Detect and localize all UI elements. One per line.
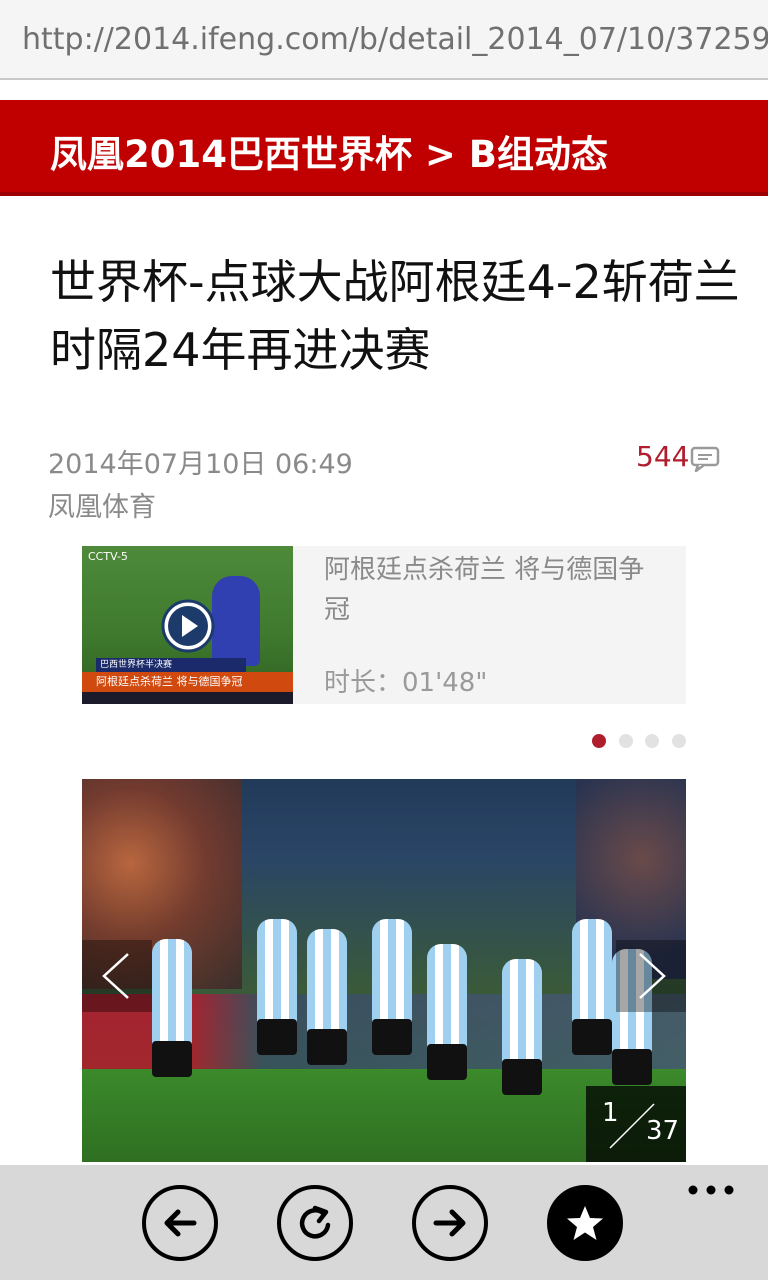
comment-count[interactable]: 544 bbox=[636, 440, 689, 473]
star-icon bbox=[567, 1206, 603, 1240]
article-datetime: 2014年07月10日 06:49 bbox=[48, 449, 353, 480]
gallery-total: 37 bbox=[646, 1116, 680, 1146]
back-button[interactable] bbox=[142, 1185, 218, 1261]
video-card[interactable]: CCTV-5 巴西世界杯半决赛 阿根廷点杀荷兰 将与德国争冠 阿根廷点杀荷兰 将… bbox=[82, 546, 686, 704]
photo-player-shorts bbox=[427, 1044, 467, 1080]
photo-player-shorts bbox=[372, 1019, 412, 1055]
article-source: 凤凰体育 bbox=[48, 492, 156, 523]
video-thumbnail[interactable]: CCTV-5 巴西世界杯半决赛 阿根廷点杀荷兰 将与德国争冠 bbox=[82, 546, 293, 704]
photo-player-shorts bbox=[307, 1029, 347, 1065]
refresh-button[interactable] bbox=[277, 1185, 353, 1261]
thumb-figure bbox=[212, 576, 260, 666]
forward-button[interactable] bbox=[412, 1185, 488, 1261]
video-title[interactable]: 阿根廷点杀荷兰 将与德国争冠 bbox=[324, 550, 664, 630]
photo-player-shorts bbox=[502, 1059, 542, 1095]
comment-icon[interactable] bbox=[690, 446, 720, 472]
article-title: 世界杯-点球大战阿根廷4-2斩荷兰 时隔24年再进决赛 bbox=[50, 255, 740, 377]
photo-player-shorts bbox=[612, 1049, 652, 1085]
photo-player-shorts bbox=[572, 1019, 612, 1055]
photo-player bbox=[152, 939, 192, 1049]
gallery-prev-button[interactable] bbox=[82, 940, 152, 1012]
site-header: 凤凰2014巴西世界杯 > B组动态 bbox=[0, 100, 768, 196]
photo-player bbox=[502, 959, 542, 1069]
video-duration: 时长：01'48" bbox=[324, 668, 488, 698]
photo-player bbox=[257, 919, 297, 1029]
address-bar[interactable]: http://2014.ifeng.com/b/detail_2014_07/1… bbox=[0, 0, 768, 80]
gallery-counter: 1 37 bbox=[586, 1086, 686, 1162]
favorite-button[interactable] bbox=[547, 1185, 623, 1261]
carousel-dot-2[interactable] bbox=[619, 734, 633, 748]
photo-player bbox=[572, 919, 612, 1029]
photo-player bbox=[372, 919, 412, 1029]
gallery-next-button[interactable] bbox=[616, 940, 686, 1012]
refresh-icon bbox=[299, 1205, 331, 1239]
app-bar bbox=[0, 1165, 768, 1280]
channel-logo: CCTV-5 bbox=[88, 550, 128, 563]
carousel-dot-1[interactable] bbox=[592, 734, 606, 748]
chevron-right-icon bbox=[639, 953, 666, 999]
more-icon[interactable] bbox=[688, 1183, 734, 1197]
photo-player bbox=[427, 944, 467, 1054]
gallery-current: 1 bbox=[602, 1098, 619, 1128]
thumb-ticker bbox=[82, 692, 293, 704]
breadcrumb[interactable]: 凤凰2014巴西世界杯 > B组动态 bbox=[50, 124, 608, 178]
gallery-photo[interactable]: 1 37 bbox=[82, 779, 686, 1162]
play-icon[interactable] bbox=[160, 598, 216, 654]
chevron-left-icon bbox=[102, 953, 129, 999]
carousel-dot-4[interactable] bbox=[672, 734, 686, 748]
carousel-dot-3[interactable] bbox=[645, 734, 659, 748]
carousel-indicator bbox=[592, 734, 692, 748]
arrow-left-icon bbox=[164, 1209, 197, 1237]
thumb-caption-main: 阿根廷点杀荷兰 将与德国争冠 bbox=[82, 672, 293, 692]
arrow-right-icon bbox=[433, 1209, 466, 1237]
url-text[interactable]: http://2014.ifeng.com/b/detail_2014_07/1… bbox=[22, 22, 768, 57]
photo-player-shorts bbox=[152, 1041, 192, 1077]
photo-player-shorts bbox=[257, 1019, 297, 1055]
thumb-caption-top: 巴西世界杯半决赛 bbox=[96, 658, 246, 672]
photo-player bbox=[307, 929, 347, 1039]
